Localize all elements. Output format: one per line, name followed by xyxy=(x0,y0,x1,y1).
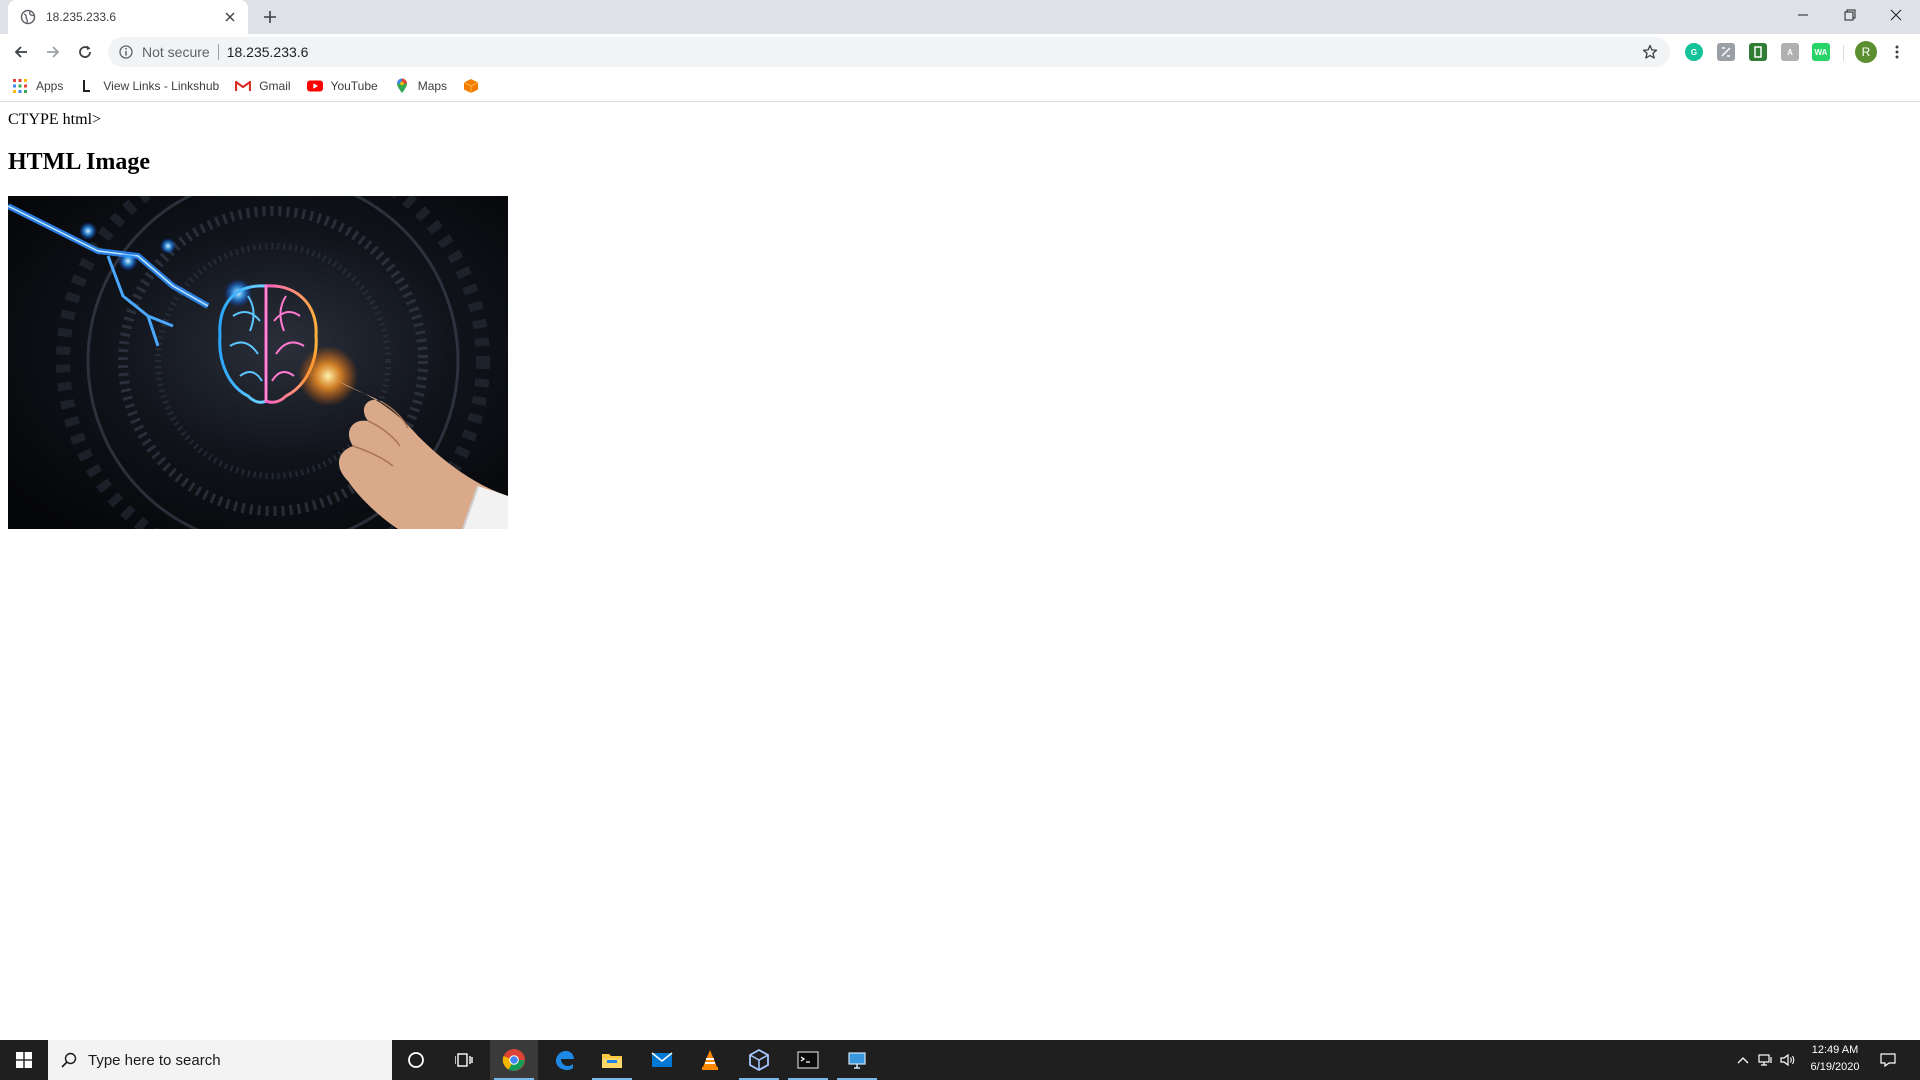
globe-icon xyxy=(20,9,36,25)
bookmark-label: YouTube xyxy=(330,78,378,93)
chevron-up-icon[interactable] xyxy=(1733,1040,1753,1080)
taskbar-search-box[interactable]: Type here to search xyxy=(48,1040,392,1080)
mail-icon[interactable] xyxy=(638,1040,686,1080)
profile-avatar[interactable]: R xyxy=(1855,41,1877,63)
youtube-icon xyxy=(306,78,323,94)
page-heading: HTML Image xyxy=(8,149,150,175)
file-explorer-icon[interactable] xyxy=(588,1040,636,1080)
bookmark-star-icon[interactable] xyxy=(1636,38,1664,66)
windows-start-icon[interactable] xyxy=(0,1040,48,1080)
bookmark-package[interactable] xyxy=(463,74,487,98)
virtualbox-icon[interactable] xyxy=(735,1040,783,1080)
doctype-text: CTYPE html> xyxy=(8,111,102,128)
new-tab-button[interactable] xyxy=(258,5,282,29)
network-icon[interactable] xyxy=(1756,1040,1776,1080)
reload-icon[interactable] xyxy=(71,38,99,66)
browser-tab[interactable]: 18.235.233.6 xyxy=(8,0,248,34)
brain-hand-image xyxy=(8,196,508,529)
bookmark-linkshub[interactable]: View Links - Linkshub xyxy=(79,74,219,98)
package-icon xyxy=(463,78,479,94)
whatsapp-icon[interactable]: WA xyxy=(1812,43,1830,61)
linkshub-icon xyxy=(79,78,95,94)
task-view-icon[interactable] xyxy=(440,1040,488,1080)
bookmark-label: Apps xyxy=(36,78,64,93)
bookmark-youtube[interactable]: YouTube xyxy=(306,74,378,98)
maps-pin-icon xyxy=(394,78,410,94)
clock-date: 6/19/2020 xyxy=(1810,1061,1860,1073)
chrome-taskbar-icon[interactable] xyxy=(490,1040,538,1080)
page-viewport: CTYPE html> HTML Image xyxy=(0,103,1920,1039)
tab-strip: 18.235.233.6 xyxy=(0,0,1920,34)
extension-gray-icon[interactable]: A xyxy=(1781,43,1799,61)
minimize-icon[interactable] xyxy=(1780,0,1826,30)
toolbar-divider xyxy=(1843,45,1844,61)
restore-icon[interactable] xyxy=(1827,0,1873,30)
gmail-icon xyxy=(235,78,252,94)
browser-toolbar: Not secure 18.235.233.6 G A WA R xyxy=(0,34,1920,70)
security-label[interactable]: Not secure xyxy=(142,44,210,60)
apps-grid-icon xyxy=(12,78,28,94)
bookmark-maps[interactable]: Maps xyxy=(394,74,447,98)
extension-green-icon[interactable] xyxy=(1749,43,1767,61)
bookmark-apps[interactable]: Apps xyxy=(12,74,63,98)
bookmarks-bar: Apps View Links - Linkshub Gmail YouTube… xyxy=(0,70,1920,102)
cortana-icon[interactable] xyxy=(392,1040,440,1080)
search-icon xyxy=(60,1051,78,1069)
grammarly-icon[interactable]: G xyxy=(1685,43,1703,61)
address-bar[interactable]: Not secure 18.235.233.6 xyxy=(108,37,1670,67)
terminal-icon[interactable] xyxy=(784,1040,832,1080)
back-arrow-icon[interactable] xyxy=(7,38,35,66)
info-icon[interactable] xyxy=(118,44,134,60)
url-text[interactable]: 18.235.233.6 xyxy=(227,44,1636,60)
windows-taskbar: Type here to search 12:49 AM 6/19/2020 xyxy=(0,1040,1920,1080)
close-window-icon[interactable] xyxy=(1873,0,1919,30)
clock-time: 12:49 AM xyxy=(1811,1044,1859,1056)
bookmark-gmail[interactable]: Gmail xyxy=(235,74,291,98)
kebab-menu-icon[interactable] xyxy=(1886,41,1908,63)
close-tab-icon[interactable] xyxy=(220,7,240,27)
forward-arrow-icon[interactable] xyxy=(39,38,67,66)
edge-icon[interactable] xyxy=(540,1040,588,1080)
search-placeholder: Type here to search xyxy=(88,1051,221,1069)
vlc-icon[interactable] xyxy=(686,1040,734,1080)
notifications-icon[interactable] xyxy=(1873,1040,1903,1080)
remote-desktop-icon[interactable] xyxy=(833,1040,881,1080)
system-clock[interactable]: 12:49 AM 6/19/2020 xyxy=(1800,1042,1870,1078)
omnibox-divider xyxy=(217,44,219,60)
bookmark-label: Maps xyxy=(417,78,448,93)
bookmark-label: Gmail xyxy=(259,78,291,93)
extension-icon[interactable] xyxy=(1717,43,1735,61)
tab-title: 18.235.233.6 xyxy=(46,10,117,24)
bookmark-label: View Links - Linkshub xyxy=(103,78,220,93)
volume-icon[interactable] xyxy=(1778,1040,1798,1080)
